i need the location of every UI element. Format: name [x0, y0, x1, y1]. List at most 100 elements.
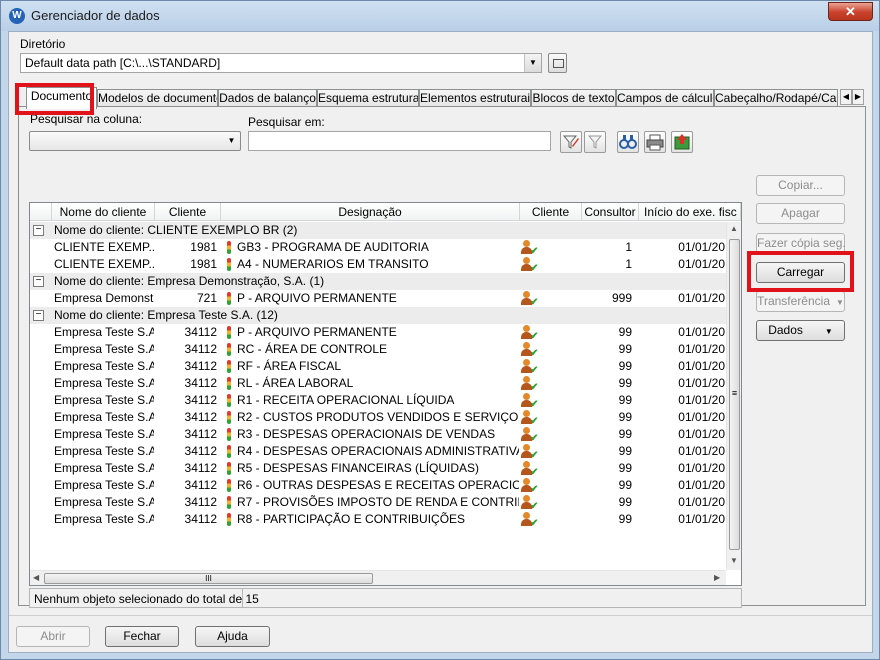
copy-button[interactable]: Copiar... [756, 175, 845, 196]
vscroll-grip: ≡ [731, 388, 738, 398]
export-icon[interactable] [671, 131, 693, 153]
collapse-icon[interactable]: − [33, 310, 44, 321]
column-header-cliente-icon[interactable]: Cliente [520, 203, 582, 221]
chevron-down-icon[interactable]: ▼ [524, 54, 541, 72]
fiscal-year-start-cell: 01/01/20 [678, 291, 725, 305]
fiscal-year-start-cell: 01/01/20 [678, 359, 725, 373]
filter-edit-icon[interactable] [560, 131, 582, 153]
table-row[interactable]: Empresa Teste S.A. 34112 RC - ÁREA DE CONT… [30, 341, 726, 359]
client-name-cell: Empresa Teste S.A. [54, 325, 154, 339]
print-icon[interactable] [644, 131, 666, 153]
directory-select[interactable]: Default data path [C:\...\STANDARD] ▼ [20, 53, 542, 73]
horizontal-scroll-thumb[interactable]: III [44, 573, 373, 584]
client-user-icon: ✔ [521, 427, 538, 444]
client-number-cell: 34112 [184, 342, 217, 356]
designation-cell: RC - ÁREA DE CONTROLE [237, 342, 388, 356]
table-row[interactable]: Empresa Demonst... 721 P - ARQUIVO PERMANE… [30, 290, 726, 308]
collapse-icon[interactable]: − [33, 225, 44, 236]
fiscal-year-start-cell: 01/01/20 [678, 512, 725, 526]
vertical-scroll-thumb[interactable]: ≡ [729, 239, 740, 550]
traffic-light-icon [227, 479, 231, 492]
table-row[interactable]: Empresa Teste S.A. 34112 RL - ÁREA LABORAL… [30, 375, 726, 393]
grid-header: Nome do cliente Cliente Designação Clien… [30, 203, 741, 221]
table-row[interactable]: Empresa Teste S.A. 34112 R5 - DESPESAS FIN… [30, 460, 726, 478]
column-header-inicio-exercicio[interactable]: Início do exe. fisc [639, 203, 741, 221]
directory-value: Default data path [C:\...\STANDARD] [25, 56, 221, 70]
delete-button[interactable]: Apagar [756, 203, 845, 224]
search-in-input[interactable] [248, 131, 551, 151]
client-user-icon: ✔ [521, 461, 538, 478]
directory-label: Diretório [20, 37, 66, 51]
client-user-icon: ✔ [521, 342, 538, 359]
client-number-cell: 1981 [190, 240, 217, 254]
group-row[interactable]: − Nome do cliente: Empresa Teste S.A. (12… [30, 307, 726, 324]
designation-cell: R8 - PARTICIPAÇÃO E CONTRIBUIÇÕES [237, 512, 466, 526]
bottom-separator [9, 615, 872, 616]
data-button[interactable]: Dados ▼ [756, 320, 845, 341]
open-button[interactable]: Abrir [16, 626, 90, 647]
client-user-icon: ✔ [521, 393, 538, 410]
close-window-button[interactable]: ✕ [828, 2, 873, 21]
collapse-icon[interactable]: − [33, 276, 44, 287]
consultant-cell: 99 [618, 376, 632, 390]
traffic-light-icon [227, 292, 231, 305]
client-name-cell: Empresa Teste S.A. [54, 359, 154, 373]
column-header-nome-do-cliente[interactable]: Nome do cliente [52, 203, 155, 221]
horizontal-scrollbar[interactable]: ◀ III ▶ [30, 570, 726, 585]
group-row[interactable]: − Nome do cliente: Empresa Demonstração, … [30, 273, 726, 290]
consultant-cell: 99 [618, 444, 632, 458]
scroll-left-icon[interactable]: ◀ [33, 573, 39, 582]
client-number-cell: 34112 [184, 427, 217, 441]
column-header-consultor[interactable]: Consultor [582, 203, 639, 221]
table-row[interactable]: Empresa Teste S.A. 34112 RF - ÁREA FISCAL ✔… [30, 358, 726, 376]
table-row[interactable]: Empresa Teste S.A. 34112 R8 - PARTICIPAÇÃO… [30, 511, 726, 529]
client-name-cell: Empresa Teste S.A. [54, 461, 154, 475]
transfer-label: Transferência [757, 294, 830, 308]
designation-cell: RF - ÁREA FISCAL [237, 359, 342, 373]
table-row[interactable]: CLIENTE EXEMP... 1981 GB3 - PROGRAMA DE AU… [30, 239, 726, 257]
fiscal-year-start-cell: 01/01/20 [678, 342, 725, 356]
group-row[interactable]: − Nome do cliente: CLIENTE EXEMPLO BR (2) [30, 222, 726, 239]
table-row[interactable]: Empresa Teste S.A. 34112 R2 - CUSTOS PRODU… [30, 409, 726, 427]
table-row[interactable]: Empresa Teste S.A. 34112 R4 - DESPESAS OPE… [30, 443, 726, 461]
designation-cell: R6 - OUTRAS DESPESAS E RECEITAS OPERACIO… [237, 478, 519, 492]
directory-browse-button[interactable] [548, 53, 567, 73]
tab-scroll-left-icon[interactable]: ◀ [840, 89, 852, 105]
fiscal-year-start-cell: 01/01/20 [678, 257, 725, 271]
search-column-select[interactable]: ▼ [29, 131, 241, 151]
column-header-cliente[interactable]: Cliente [155, 203, 221, 221]
table-row[interactable]: Empresa Teste S.A. 34112 R1 - RECEITA OPER… [30, 392, 726, 410]
client-number-cell: 34112 [184, 359, 217, 373]
tab-scroll-right-icon[interactable]: ▶ [852, 89, 864, 105]
search-in-label: Pesquisar em: [248, 115, 325, 129]
consultant-cell: 99 [618, 359, 632, 373]
client-name-cell: Empresa Demonst... [54, 291, 154, 305]
table-row[interactable]: Empresa Teste S.A. 34112 R3 - DESPESAS OPE… [30, 426, 726, 444]
status-text: Nenhum objeto selecionado do total de 15 [34, 592, 259, 606]
client-number-cell: 34112 [184, 410, 217, 424]
traffic-light-icon [227, 394, 231, 407]
table-row[interactable]: Empresa Teste S.A. 34112 R6 - OUTRAS DESPE… [30, 477, 726, 495]
table-row[interactable]: Empresa Teste S.A. 34112 R7 - PROVISÕES IM… [30, 494, 726, 512]
scroll-down-icon[interactable]: ▼ [730, 556, 738, 565]
table-row[interactable]: Empresa Teste S.A. 34112 P - ARQUIVO PERMA… [30, 324, 726, 342]
binoculars-icon[interactable] [617, 131, 639, 153]
client-number-cell: 34112 [184, 512, 217, 526]
client-name-cell: CLIENTE EXEMP... [54, 257, 154, 271]
transfer-button[interactable]: Transferência ▼ [756, 291, 845, 312]
traffic-light-icon [227, 411, 231, 424]
column-header-designacao[interactable]: Designação [221, 203, 520, 221]
chevron-down-icon[interactable]: ▼ [223, 132, 240, 150]
consultant-cell: 99 [618, 410, 632, 424]
scroll-up-icon[interactable]: ▲ [730, 224, 738, 233]
vertical-scrollbar[interactable]: ▲ ≡ ▼ [726, 222, 741, 570]
scroll-right-icon[interactable]: ▶ [714, 573, 720, 582]
client-user-icon: ✔ [521, 495, 538, 512]
traffic-light-icon [227, 462, 231, 475]
table-row[interactable]: CLIENTE EXEMP... 1981 A4 - NUMERARIOS EM T… [30, 256, 726, 274]
consultant-cell: 99 [618, 342, 632, 356]
help-button[interactable]: Ajuda [195, 626, 270, 647]
close-button[interactable]: Fechar [105, 626, 179, 647]
filter-icon[interactable] [584, 131, 606, 153]
client-name-cell: Empresa Teste S.A. [54, 512, 154, 526]
